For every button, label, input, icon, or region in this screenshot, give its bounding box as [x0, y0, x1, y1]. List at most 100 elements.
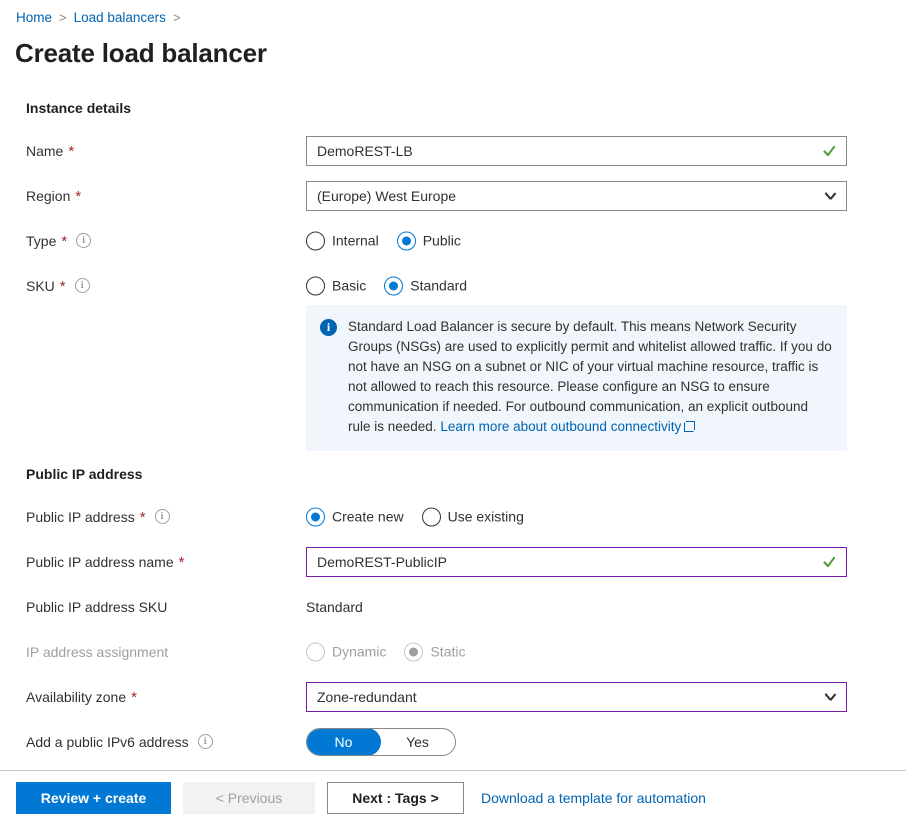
public-ip-sku-value: Standard	[306, 598, 363, 615]
radio-dot-icon	[306, 231, 325, 250]
radio-label: Standard	[410, 277, 468, 294]
ipv6-toggle[interactable]: No Yes	[306, 727, 456, 756]
label-add-public-ipv6: Add a public IPv6 address	[26, 734, 213, 750]
info-icon[interactable]	[197, 734, 213, 749]
control-type: Internal Public	[306, 231, 479, 250]
radio-dot-icon	[421, 507, 441, 526]
radio-public-ip-use-existing[interactable]: Use existing	[421, 507, 524, 526]
form-row-type: Type * Internal Public	[0, 218, 906, 263]
info-banner-text: Standard Load Balancer is secure by defa…	[348, 317, 833, 437]
next-tags-button[interactable]: Next : Tags >	[327, 782, 464, 814]
breadcrumb-item-home[interactable]: Home	[16, 8, 52, 28]
previous-button: < Previous	[183, 782, 315, 814]
radio-dot-icon	[404, 642, 424, 661]
info-filled-icon	[320, 319, 337, 336]
ipv6-toggle-option-yes[interactable]: Yes	[380, 729, 455, 755]
info-icon[interactable]	[154, 509, 170, 524]
required-asterisk: *	[68, 143, 75, 160]
radio-dot-icon	[384, 276, 404, 295]
form-row-public-ip-address: Public IP address * Create new Use exist…	[0, 494, 906, 539]
radio-dot-icon	[396, 231, 416, 250]
info-banner-body: Standard Load Balancer is secure by defa…	[348, 319, 832, 434]
create-form: Instance details Name * DemoREST-LB Regi…	[0, 100, 906, 764]
form-row-availability-zone: Availability zone * Zone-redundant	[0, 674, 906, 719]
ip-assignment-radio-group: Dynamic Static	[306, 642, 483, 661]
sku-radio-group: Basic Standard	[306, 276, 485, 295]
form-row-public-ip-sku: Public IP address SKU Standard	[0, 584, 906, 629]
form-row-ipv6: Add a public IPv6 address No Yes	[0, 719, 906, 764]
create-load-balancer-page: Home > Load balancers > Create load bala…	[0, 0, 906, 828]
info-icon[interactable]	[74, 278, 90, 293]
label-availability-zone: Availability zone *	[26, 688, 137, 706]
label-public-ip-name: Public IP address name *	[26, 553, 185, 571]
type-radio-group: Internal Public	[306, 231, 479, 250]
label-type: Type *	[26, 233, 92, 249]
form-row-sku: SKU * Basic Standard	[0, 263, 906, 308]
radio-label: Use existing	[447, 508, 524, 525]
label-public-ip-address: Public IP address *	[26, 509, 170, 525]
section-heading-public-ip: Public IP address	[26, 466, 143, 482]
radio-type-internal[interactable]: Internal	[306, 231, 379, 250]
section-heading-instance-details: Instance details	[26, 100, 132, 116]
radio-ip-assignment-dynamic: Dynamic	[306, 642, 386, 661]
radio-type-public[interactable]: Public	[396, 231, 461, 250]
radio-label: Basic	[332, 277, 367, 294]
control-region: (Europe) West Europe	[306, 180, 847, 211]
required-asterisk: *	[178, 554, 185, 571]
public-ip-radio-group: Create new Use existing	[306, 507, 542, 526]
radio-sku-basic[interactable]: Basic	[306, 276, 366, 295]
required-asterisk: *	[139, 509, 146, 526]
public-ip-name-input[interactable]: DemoREST-PublicIP	[306, 546, 847, 577]
control-public-ip-sku: Standard	[306, 599, 363, 615]
label-name: Name *	[26, 142, 75, 160]
ipv6-toggle-option-no[interactable]: No	[307, 728, 381, 755]
radio-label: Create new	[332, 508, 404, 525]
breadcrumb-separator-icon-2: >	[172, 10, 181, 25]
radio-label: Static	[430, 643, 466, 660]
public-ip-name-value: DemoREST-PublicIP	[317, 553, 447, 570]
label-ip-address-assignment: IP address assignment	[26, 643, 169, 660]
page-title: Create load balancer	[15, 38, 267, 68]
breadcrumb: Home > Load balancers >	[16, 8, 181, 28]
name-input[interactable]: DemoREST-LB	[306, 135, 847, 166]
radio-dot-icon	[306, 276, 325, 295]
footer-actions: Review + create < Previous Next : Tags >…	[0, 782, 906, 814]
breadcrumb-separator-icon: >	[59, 10, 67, 25]
control-ip-assignment: Dynamic Static	[306, 642, 483, 661]
radio-ip-assignment-static: Static	[404, 642, 465, 661]
required-asterisk: *	[75, 188, 82, 205]
checkmark-icon	[822, 144, 836, 158]
region-dropdown-value: (Europe) West Europe	[317, 187, 457, 204]
chevron-down-icon	[824, 691, 836, 703]
radio-label: Internal	[332, 232, 379, 249]
region-dropdown[interactable]: (Europe) West Europe	[306, 180, 847, 211]
info-icon[interactable]	[76, 233, 92, 248]
external-link-icon	[684, 421, 696, 432]
control-public-ip-address: Create new Use existing	[306, 507, 542, 526]
form-row-public-ip-name: Public IP address name * DemoREST-Public…	[0, 539, 906, 584]
name-input-value: DemoREST-LB	[317, 142, 413, 159]
radio-label: Dynamic	[332, 643, 387, 660]
required-asterisk: *	[59, 278, 66, 295]
form-row-name: Name * DemoREST-LB	[0, 128, 906, 173]
radio-label: Public	[422, 232, 461, 249]
required-asterisk: *	[131, 689, 137, 706]
control-sku: Basic Standard	[306, 276, 485, 295]
review-create-button[interactable]: Review + create	[16, 782, 171, 814]
label-public-ip-sku: Public IP address SKU	[26, 598, 168, 615]
radio-sku-standard[interactable]: Standard	[384, 276, 467, 295]
availability-zone-value: Zone-redundant	[317, 688, 417, 705]
control-public-ip-name: DemoREST-PublicIP	[306, 546, 847, 577]
control-name: DemoREST-LB	[306, 135, 847, 166]
learn-more-link[interactable]: Learn more about outbound connectivity	[440, 419, 681, 434]
control-availability-zone: Zone-redundant	[306, 681, 847, 712]
radio-public-ip-create-new[interactable]: Create new	[306, 507, 404, 526]
info-banner: Standard Load Balancer is secure by defa…	[306, 305, 847, 451]
footer-divider	[0, 770, 906, 771]
label-region: Region *	[26, 187, 82, 205]
availability-zone-dropdown[interactable]: Zone-redundant	[306, 681, 847, 712]
breadcrumb-item-load-balancers[interactable]: Load balancers	[74, 8, 166, 28]
download-template-link[interactable]: Download a template for automation	[481, 790, 706, 806]
chevron-down-icon	[824, 190, 836, 202]
checkmark-icon	[822, 555, 836, 569]
